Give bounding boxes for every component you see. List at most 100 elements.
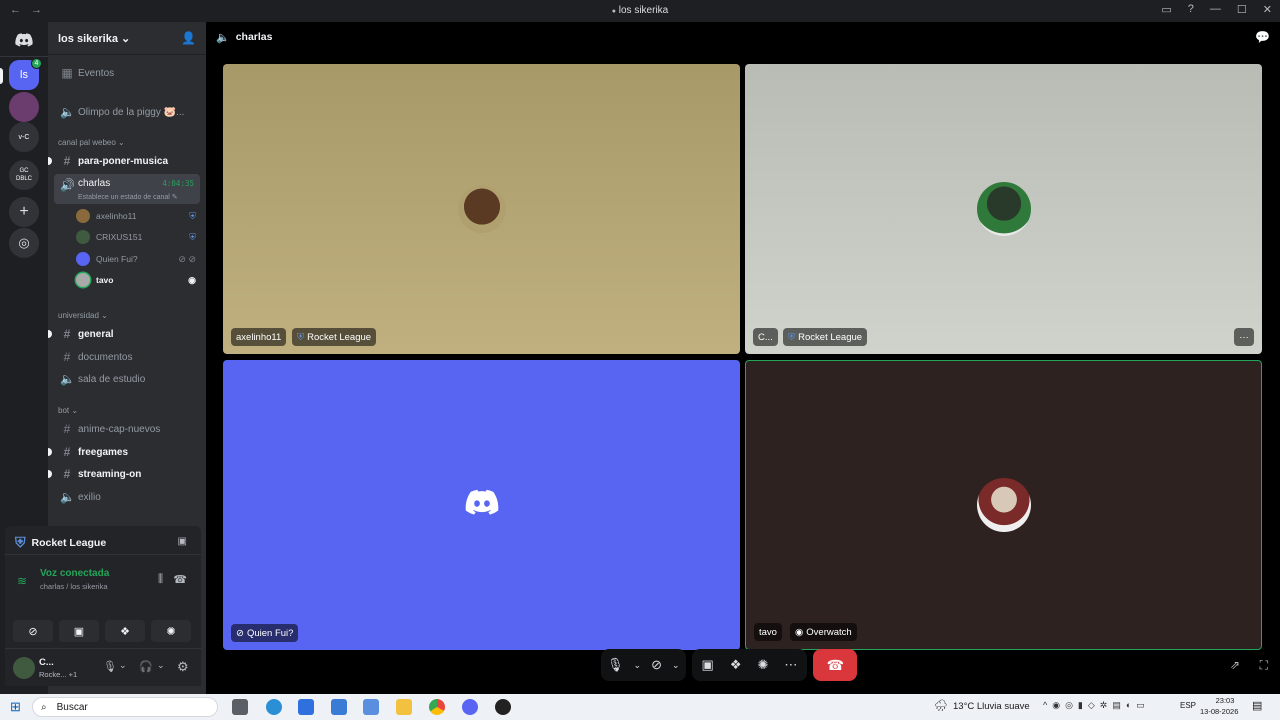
channel-freegames-label: freegames <box>78 446 129 458</box>
taskbar-search[interactable]: ⌕ Buscar <box>32 697 218 717</box>
avatar[interactable] <box>13 657 35 679</box>
avatar <box>457 185 506 233</box>
invite-icon[interactable]: 👤 <box>181 31 196 45</box>
voice-location[interactable]: charlas / los sikerika <box>40 582 108 591</box>
fullscreen-icon[interactable]: ⛶ <box>1260 658 1268 673</box>
pop-out-icon[interactable]: ⇗ <box>1230 658 1240 672</box>
game-tag: ◉ Overwatch <box>790 623 857 641</box>
hang-up-button[interactable]: ☎ <box>813 649 858 681</box>
video-tile[interactable]: C... ⛨ Rocket League ··· <box>745 64 1262 354</box>
channel-header: 🔈 charlas 💬 <box>206 22 1280 52</box>
chevron-down-icon[interactable]: ⌄ <box>157 660 165 671</box>
participant-name-tag: tavo <box>754 623 782 641</box>
add-server-icon[interactable]: + <box>9 197 39 227</box>
calculator-icon[interactable] <box>363 699 379 715</box>
maximize-icon[interactable]: ☐ <box>1237 3 1247 16</box>
discord-taskbar-icon[interactable] <box>462 699 478 715</box>
help-icon[interactable]: ? <box>1188 3 1194 16</box>
close-icon[interactable]: ✕ <box>1263 3 1272 16</box>
windows-start-icon[interactable]: ⊞ <box>10 699 21 715</box>
more-options-button[interactable]: ··· <box>1234 328 1254 346</box>
media-controls: 🎙 ⌄ ⊘ ⌄ <box>601 649 686 681</box>
minimize-icon[interactable]: — <box>1210 3 1221 16</box>
notifications-icon[interactable]: ▤ <box>1252 699 1262 712</box>
language-indicator[interactable]: ESP <box>1180 701 1196 710</box>
share-screen-icon[interactable]: ▣ <box>702 657 714 673</box>
category-bot[interactable]: bot ⌄ <box>58 406 78 415</box>
voice-connected-status[interactable]: Voz conectada <box>40 568 109 579</box>
muted-icon: ⊘ ⊘ <box>178 253 196 264</box>
server-v-c[interactable]: v-C <box>9 122 39 152</box>
disconnect-icon[interactable]: ☎ <box>173 573 187 586</box>
task-view-icon[interactable] <box>232 699 248 715</box>
weather-text[interactable]: 13°C Lluvia suave <box>953 701 1030 712</box>
more-icon[interactable]: ⋯ <box>784 657 797 673</box>
mail-icon[interactable] <box>331 699 347 715</box>
guild-header[interactable]: los sikerika ⌄ 👤 <box>48 22 206 54</box>
share-screen-button[interactable]: ▣ <box>59 620 99 642</box>
activities-button[interactable]: ❖ <box>105 620 145 642</box>
search-placeholder: Buscar <box>56 701 88 713</box>
camera-off-button[interactable]: ⊘ <box>13 620 53 642</box>
channel-anime-cap-nuevos[interactable]: # anime-cap-nuevos <box>54 419 200 439</box>
category-canal-pal-webeo[interactable]: canal pal webeo ⌄ <box>58 138 125 147</box>
chevron-down-icon[interactable]: ⌄ <box>634 660 642 671</box>
headphones-icon[interactable]: 🎧 <box>139 660 153 673</box>
set-channel-status[interactable]: Establece un estado de canal ✎ <box>78 193 178 201</box>
video-tile[interactable]: axelinho11 ⛨ Rocket League <box>223 64 740 354</box>
hash-icon: # <box>63 350 71 364</box>
voice-user[interactable]: axelinho11 ⛨ <box>76 207 196 225</box>
channel-olimpo[interactable]: 🔈 Olimpo de la piggy 🐷... <box>54 102 200 122</box>
chat-bubble-icon[interactable]: 💬 <box>1255 30 1270 44</box>
voice-user[interactable]: Quien Fui? ⊘ ⊘ <box>76 250 196 268</box>
microphone-icon[interactable]: 🎙 <box>103 660 117 673</box>
soundboard-icon[interactable]: ✺ <box>757 657 768 673</box>
video-tile[interactable]: ⊘ Quien Fui? <box>223 360 740 650</box>
video-tile-speaking[interactable]: tavo ◉ Overwatch <box>745 360 1262 650</box>
channel-documentos[interactable]: # documentos <box>54 347 200 367</box>
file-explorer-icon[interactable] <box>396 699 412 715</box>
participant-name-tag: ⊘ Quien Fui? <box>231 624 299 642</box>
hash-icon: # <box>63 327 71 341</box>
voice-user[interactable]: CRIXUS151 ⛨ <box>76 228 196 246</box>
channel-exilio-label: exilio <box>78 491 101 503</box>
category-universidad[interactable]: universidad ⌄ <box>58 311 108 320</box>
channel-freegames[interactable]: # freegames <box>54 442 200 462</box>
settings-gear-icon[interactable]: ⚙ <box>177 659 189 675</box>
camera-off-icon[interactable]: ⊘ <box>651 657 662 673</box>
discord-home-icon[interactable] <box>9 25 39 55</box>
clock-time[interactable]: 23:03 <box>1208 696 1242 705</box>
server-gc-sub: DBLC <box>15 176 32 182</box>
chevron-down-icon[interactable]: ⌄ <box>119 660 127 671</box>
obs-icon[interactable] <box>495 699 511 715</box>
windows-taskbar: ⊞ ⌕ Buscar 🌧 13°C Lluvia suave ^◉◎▮◇✲▤◐▭… <box>0 694 1280 720</box>
channel-general[interactable]: # general <box>54 324 200 344</box>
events-channel[interactable]: ▦ Eventos <box>54 63 200 83</box>
screen-share-icon[interactable]: ▣ <box>178 536 187 547</box>
system-tray-icons[interactable]: ^◉◎▮◇✲▤◐▭ <box>1043 700 1150 711</box>
chrome-icon[interactable] <box>429 699 445 715</box>
store-icon[interactable] <box>298 699 314 715</box>
chevron-down-icon[interactable]: ⌄ <box>672 660 680 671</box>
server-gc[interactable]: GC DBLC <box>9 160 39 190</box>
channel-charlas[interactable]: 🔊 charlas 4:04:35 Establece un estado de… <box>54 174 200 204</box>
game-tag-label: Rocket League <box>307 331 372 343</box>
clock-date[interactable]: 13-08-2026 <box>1200 707 1238 716</box>
activities-icon[interactable]: ❖ <box>730 657 742 673</box>
server-los-sikerika[interactable]: ls 4 <box>9 58 42 90</box>
channel-sala-de-estudio[interactable]: 🔈 sala de estudio <box>54 369 200 389</box>
user-name[interactable]: C... <box>39 657 54 668</box>
discover-icon[interactable]: ◎ <box>9 228 39 258</box>
server-avatar-piggy[interactable] <box>9 92 39 122</box>
now-playing[interactable]: ⛨ Rocket League <box>15 534 106 551</box>
voice-user[interactable]: tavo ◉ <box>76 271 196 289</box>
inbox-icon[interactable]: ▭ <box>1161 3 1171 16</box>
speaker-icon: 🔈 <box>60 105 75 119</box>
channel-para-poner-musica[interactable]: # para-poner-musica <box>54 151 200 171</box>
microphone-icon[interactable]: 🎙 <box>607 657 624 673</box>
noise-suppression-icon[interactable]: ⫼ <box>158 573 163 586</box>
channel-streaming-on[interactable]: # streaming-on <box>54 464 200 484</box>
channel-exilio[interactable]: 🔈 exilio <box>54 487 200 507</box>
soundboard-button[interactable]: ✺ <box>151 620 191 642</box>
edge-icon[interactable] <box>266 699 282 715</box>
